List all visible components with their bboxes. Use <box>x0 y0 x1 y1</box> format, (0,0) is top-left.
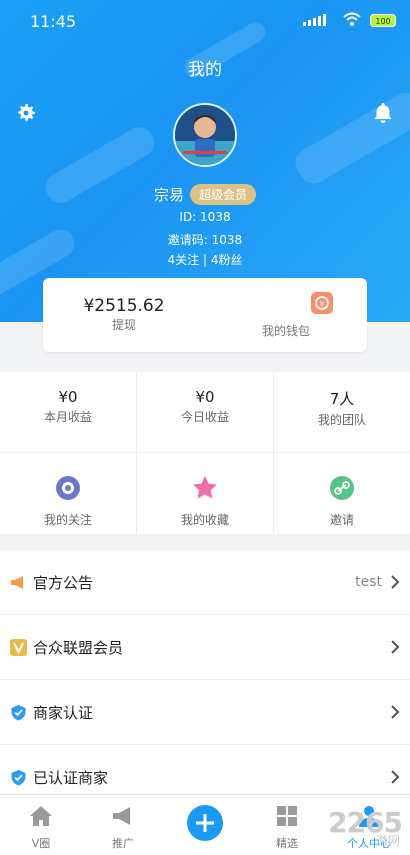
divider <box>273 372 274 534</box>
stat-label: 我的团队 <box>317 413 366 427</box>
tab-label: 精选 <box>276 837 298 850</box>
wifi-icon <box>343 12 361 26</box>
follow-stats[interactable]: 4关注 | 4粉丝 <box>0 251 410 268</box>
menu-extra: test <box>355 574 382 590</box>
megaphone-icon <box>113 807 130 825</box>
link-icon <box>330 476 354 500</box>
svg-text:¥: ¥ <box>319 300 324 309</box>
grid-icon <box>277 806 297 826</box>
add-post-button[interactable] <box>187 805 223 841</box>
home-icon <box>30 806 52 826</box>
stat-value: 7人 <box>329 390 355 408</box>
balance-amount: ¥2515.62 <box>83 296 165 316</box>
shortcut-my-favorites[interactable]: 我的收藏 <box>137 453 273 534</box>
signal-icon <box>303 14 326 26</box>
star-icon <box>193 476 217 499</box>
stat-label: 今日收益 <box>180 410 229 424</box>
menu-item-announcement[interactable]: 官方公告 test <box>0 550 410 615</box>
withdraw-label: 提现 <box>111 318 136 332</box>
chevron-right-icon <box>391 575 400 589</box>
tab-v-circle[interactable]: V圈 <box>0 795 82 855</box>
my-wallet-label: 我的钱包 <box>261 324 310 338</box>
battery-icon: 100 <box>370 14 396 27</box>
bell-icon[interactable] <box>372 101 394 125</box>
stat-month-income[interactable]: ¥0 本月收益 <box>0 372 136 453</box>
shield-check-icon <box>11 770 26 786</box>
divider <box>0 452 410 453</box>
menu-label: 已认证商家 <box>33 769 109 787</box>
settings-menu: 官方公告 test 合众联盟会员 商家认证 已认证商家 <box>0 550 410 810</box>
stat-value: ¥0 <box>58 388 78 406</box>
tab-label: V圈 <box>31 837 51 850</box>
wallet-icon: ¥ <box>311 292 333 314</box>
watermark-sub: 游网 <box>375 834 400 848</box>
chevron-right-icon <box>391 705 400 719</box>
shortcut-invite[interactable]: 邀请 <box>274 453 410 534</box>
plus-icon <box>196 814 214 832</box>
chevron-right-icon <box>391 640 400 654</box>
user-name-row: 宗易 超级会员 <box>0 184 410 205</box>
wallet-card: ¥2515.62 提现 ¥ 我的钱包 <box>43 278 367 352</box>
user-name: 宗易 <box>153 186 184 204</box>
user-id: ID: 1038 <box>179 210 231 224</box>
status-time: 11:45 <box>30 12 77 31</box>
shortcut-label: 我的关注 <box>43 513 92 527</box>
gear-icon[interactable] <box>14 101 38 125</box>
stat-label: 本月收益 <box>43 410 92 424</box>
tab-featured[interactable]: 精选 <box>246 795 328 855</box>
shield-check-icon <box>11 705 26 721</box>
page-title: 我的 <box>188 60 222 80</box>
chevron-right-icon <box>391 770 400 784</box>
menu-label: 官方公告 <box>33 574 94 592</box>
megaphone-icon <box>11 576 23 589</box>
menu-item-alliance-member[interactable]: 合众联盟会员 <box>0 615 410 680</box>
tab-promote[interactable]: 推广 <box>82 795 164 855</box>
eye-icon <box>56 476 80 500</box>
my-wallet-section[interactable]: ¥ 我的钱包 <box>205 278 367 352</box>
status-bar: 11:45 100 <box>0 0 410 44</box>
stat-today-income[interactable]: ¥0 今日收益 <box>137 372 273 453</box>
v-badge-icon <box>10 639 27 656</box>
divider <box>136 372 137 534</box>
stats-grid: ¥0 本月收益 ¥0 今日收益 7人 我的团队 我的关注 我的收藏 邀请 <box>0 372 410 534</box>
avatar[interactable] <box>173 103 237 167</box>
menu-label: 商家认证 <box>33 704 94 722</box>
profile-header: 11:45 100 我的 宗易 超级会员 ID: 1038 邀请码: 1038 … <box>0 0 410 322</box>
stat-my-team[interactable]: 7人 我的团队 <box>274 372 410 453</box>
menu-label: 合众联盟会员 <box>33 639 124 657</box>
vip-badge: 超级会员 <box>190 184 257 205</box>
stat-value: ¥0 <box>195 388 215 406</box>
withdraw-section[interactable]: ¥2515.62 提现 <box>43 278 205 352</box>
shortcut-label: 邀请 <box>329 513 354 527</box>
tab-label: 推广 <box>112 837 134 850</box>
invite-code: 邀请码: 1038 <box>167 233 243 247</box>
shortcut-my-follows[interactable]: 我的关注 <box>0 453 136 534</box>
shortcut-label: 我的收藏 <box>180 513 229 527</box>
menu-item-merchant-verify[interactable]: 商家认证 <box>0 680 410 745</box>
